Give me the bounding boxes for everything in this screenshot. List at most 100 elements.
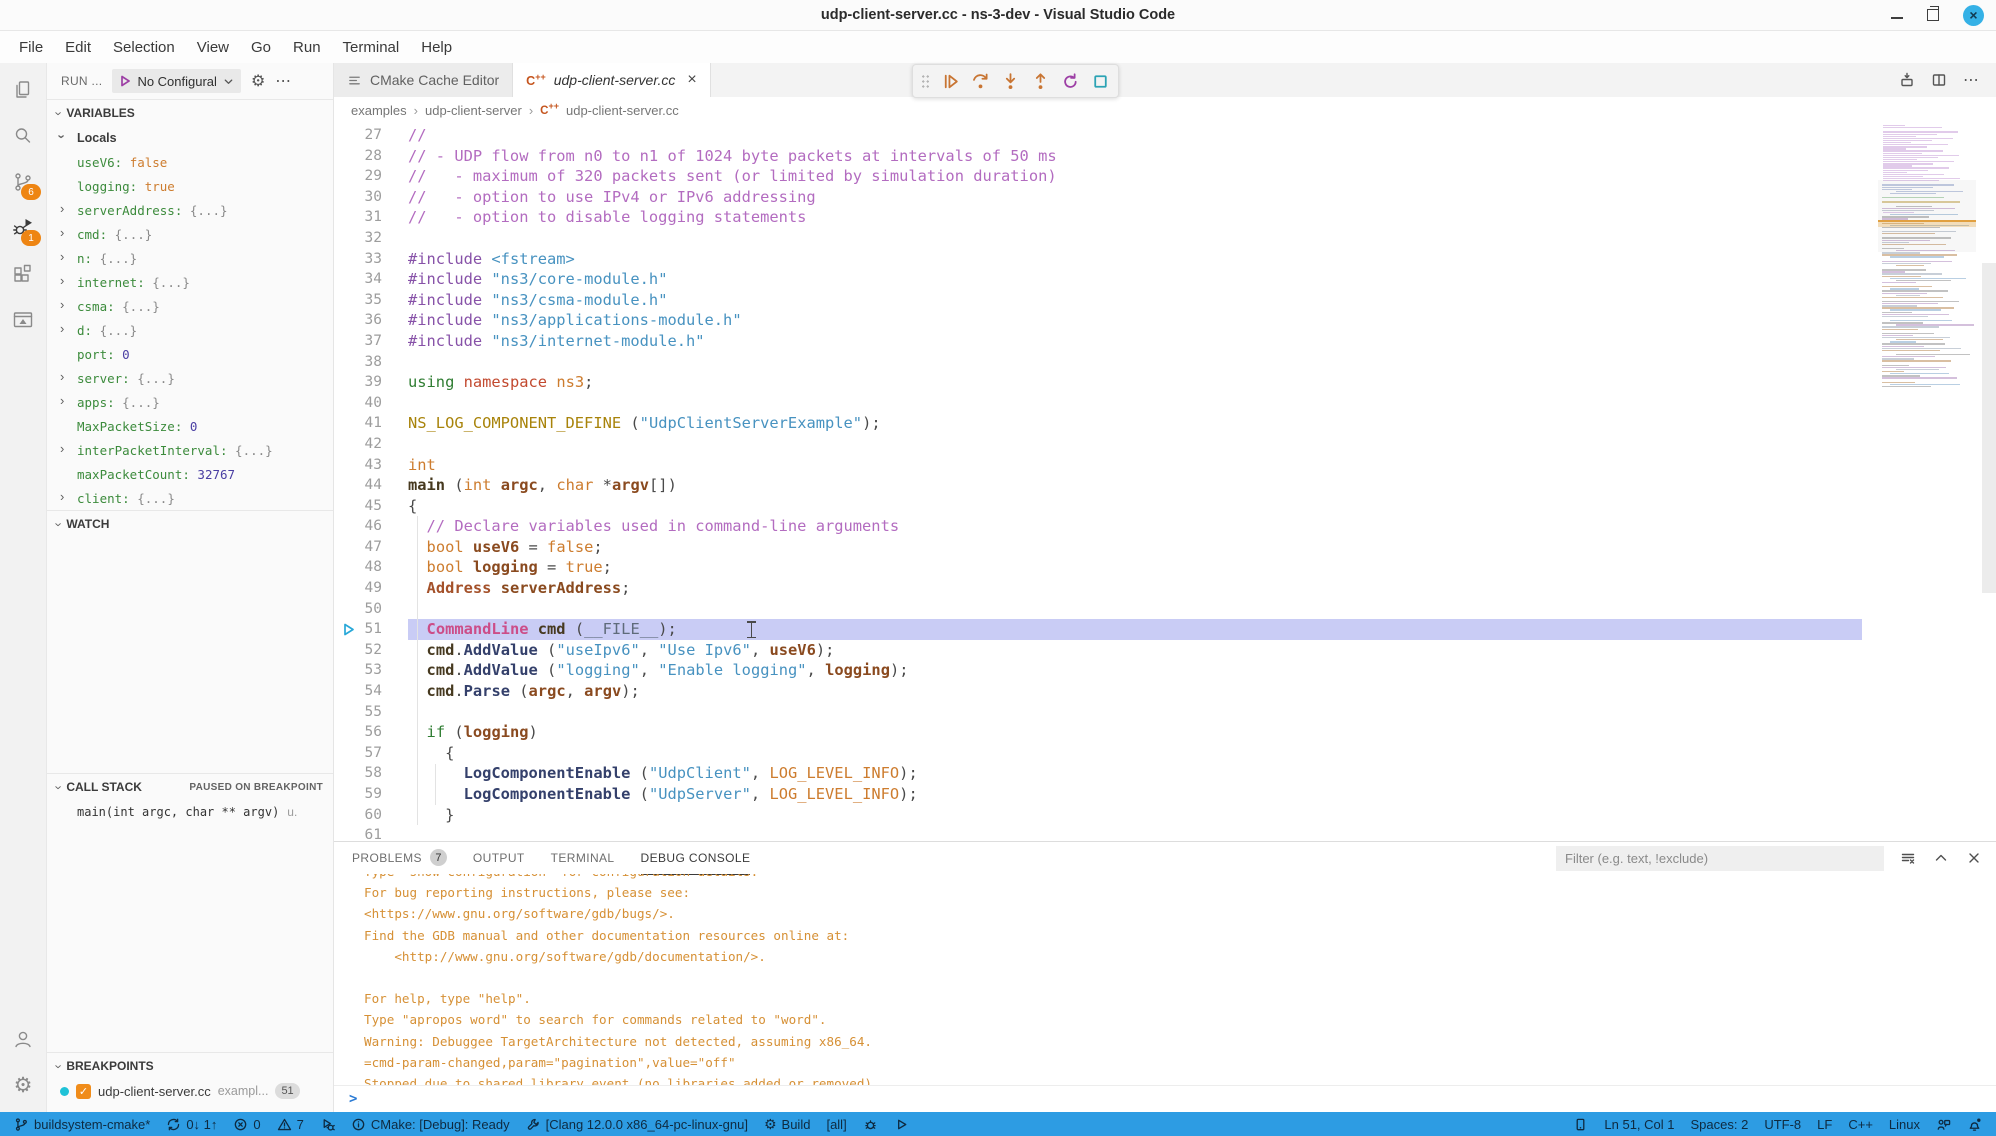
step-into-button[interactable] <box>1001 72 1020 91</box>
code-line[interactable]: 53 cmd.AddValue ("logging", "Enable logg… <box>334 660 1996 681</box>
variable-logging[interactable]: logging: true <box>47 174 333 198</box>
code-line[interactable]: 37#include "ns3/internet-module.h" <box>334 331 1996 352</box>
code-line[interactable]: 55 <box>334 702 1996 723</box>
activity-item-search[interactable] <box>0 113 46 159</box>
variable-maxPacketCount[interactable]: maxPacketCount: 32767 <box>47 462 333 486</box>
line-number[interactable]: 29 <box>334 166 382 187</box>
more-actions-icon[interactable]: ⋯ <box>275 71 292 91</box>
variable-server[interactable]: ›server: {...} <box>47 366 333 390</box>
variable-MaxPacketSize[interactable]: MaxPacketSize: 0 <box>47 414 333 438</box>
line-number[interactable]: 61 <box>334 825 382 841</box>
stack-frame[interactable]: main(int argc, char ** argv) u. <box>47 800 333 824</box>
activity-item-run-and-debug[interactable]: 1 <box>0 205 46 251</box>
status-indentation[interactable]: Spaces: 2 <box>1683 1112 1757 1136</box>
breakpoint-item[interactable]: ✓ udp-client-server.cc exampl... 51 <box>47 1079 333 1103</box>
menu-go[interactable]: Go <box>240 31 282 63</box>
code-line[interactable]: 45{ <box>334 496 1996 517</box>
line-number[interactable]: 31 <box>334 207 382 228</box>
status-notifications[interactable] <box>1959 1112 1990 1136</box>
tab-debug-console[interactable]: DEBUG CONSOLE <box>641 842 751 875</box>
activity-item-extensions[interactable] <box>0 251 46 297</box>
line-number[interactable]: 47 <box>334 537 382 558</box>
line-number[interactable]: 27 <box>334 125 382 146</box>
line-number[interactable]: 45 <box>334 496 382 517</box>
start-debug-icon[interactable] <box>119 75 131 87</box>
line-number[interactable]: 42 <box>334 434 382 455</box>
code-line[interactable]: 31// - option to disable logging stateme… <box>334 207 1996 228</box>
code-line[interactable]: 52 cmd.AddValue ("useIpv6", "Use Ipv6", … <box>334 640 1996 661</box>
code-line[interactable]: 40 <box>334 393 1996 414</box>
variable-port[interactable]: port: 0 <box>47 342 333 366</box>
line-number[interactable]: 36 <box>334 310 382 331</box>
tab-terminal[interactable]: TERMINAL <box>551 842 615 875</box>
status-debug-indicator[interactable] <box>312 1112 343 1136</box>
scrollbar-thumb[interactable] <box>1982 263 1996 593</box>
stop-button[interactable] <box>1091 72 1110 91</box>
status-language-mode[interactable]: C++ <box>1840 1112 1881 1136</box>
code-line[interactable]: 57 { <box>334 743 1996 764</box>
continue-button[interactable] <box>941 72 960 91</box>
tab-udp-client-server[interactable]: C++ udp-client-server.cc × <box>513 63 711 97</box>
run-or-debug-ic[interactable] <box>1899 72 1915 88</box>
status-eol[interactable]: LF <box>1809 1112 1840 1136</box>
menu-view[interactable]: View <box>186 31 240 63</box>
breakpoint-checkbox[interactable]: ✓ <box>76 1084 91 1099</box>
code-line[interactable]: 38 <box>334 352 1996 373</box>
activity-item-remote-explorer[interactable] <box>0 297 46 343</box>
line-number[interactable]: 44 <box>334 475 382 496</box>
code-line[interactable]: 39using namespace ns3; <box>334 372 1996 393</box>
line-number[interactable]: 54 <box>334 681 382 702</box>
tab-output[interactable]: OUTPUT <box>473 842 525 875</box>
split-editor-icon[interactable] <box>1931 72 1947 88</box>
status-debug-target[interactable] <box>855 1112 886 1136</box>
drag-handle[interactable] <box>921 74 930 89</box>
code-line[interactable]: 58 LogComponentEnable ("UdpClient", LOG_… <box>334 763 1996 784</box>
close-button[interactable]: × <box>1963 5 1984 26</box>
code-line[interactable]: 54 cmd.Parse (argc, argv); <box>334 681 1996 702</box>
code-line[interactable]: 36#include "ns3/applications-module.h" <box>334 310 1996 331</box>
activity-item-settings[interactable]: ⚙ <box>0 1062 46 1108</box>
tab-problems[interactable]: PROBLEMS 7 <box>352 842 447 875</box>
code-line[interactable]: 51 CommandLine cmd (__FILE__); <box>334 619 1996 640</box>
variable-useV6[interactable]: useV6: false <box>47 150 333 174</box>
maximize-panel-icon[interactable] <box>1933 850 1949 866</box>
console-filter-input[interactable] <box>1556 846 1884 871</box>
line-number[interactable]: 59 <box>334 784 382 805</box>
variable-serverAddress[interactable]: ›serverAddress: {...} <box>47 198 333 222</box>
line-number[interactable]: 30 <box>334 187 382 208</box>
variable-n[interactable]: ›n: {...} <box>47 246 333 270</box>
callstack-section-header[interactable]: › CALL STACK PAUSED ON BREAKPOINT <box>47 773 333 800</box>
activity-item-source-control[interactable]: 6 <box>0 159 46 205</box>
line-number[interactable]: 34 <box>334 269 382 290</box>
line-number[interactable]: 40 <box>334 393 382 414</box>
line-number[interactable]: 55 <box>334 702 382 723</box>
code-line[interactable]: 33#include <fstream> <box>334 249 1996 270</box>
line-number[interactable]: 56 <box>334 722 382 743</box>
status-errors[interactable]: 0 <box>225 1112 268 1136</box>
line-number[interactable]: 50 <box>334 599 382 620</box>
status-remote-indicator[interactable] <box>1565 1112 1596 1136</box>
status-platform[interactable]: Linux <box>1881 1112 1928 1136</box>
close-tab-icon[interactable]: × <box>687 72 696 88</box>
line-number[interactable]: 52 <box>334 640 382 661</box>
activity-item-account[interactable] <box>0 1016 46 1062</box>
variable-csma[interactable]: ›csma: {...} <box>47 294 333 318</box>
status-git-branch[interactable]: buildsystem-cmake* <box>6 1112 158 1136</box>
breadcrumb-item[interactable]: udp-client-server.cc <box>566 103 679 118</box>
menu-selection[interactable]: Selection <box>102 31 186 63</box>
code-editor[interactable]: 27//28// - UDP flow from n0 to n1 of 102… <box>334 123 1996 841</box>
status-warnings[interactable]: 7 <box>269 1112 312 1136</box>
code-line[interactable]: 44main (int argc, char *argv[]) <box>334 475 1996 496</box>
variable-apps[interactable]: ›apps: {...} <box>47 390 333 414</box>
variables-section-header[interactable]: › VARIABLES <box>47 99 333 126</box>
line-number[interactable]: 46 <box>334 516 382 537</box>
code-line[interactable]: 43int <box>334 455 1996 476</box>
status-cursor-position[interactable]: Ln 51, Col 1 <box>1596 1112 1682 1136</box>
variable-cmd[interactable]: ›cmd: {...} <box>47 222 333 246</box>
code-line[interactable]: 42 <box>334 434 1996 455</box>
breadcrumb-item[interactable]: udp-client-server <box>425 103 522 118</box>
status-active-kit[interactable]: [Clang 12.0.0 x86_64-pc-linux-gnu] <box>518 1112 756 1136</box>
status-encoding[interactable]: UTF-8 <box>1756 1112 1809 1136</box>
line-number[interactable]: 38 <box>334 352 382 373</box>
maximize-button[interactable] <box>1927 9 1939 21</box>
